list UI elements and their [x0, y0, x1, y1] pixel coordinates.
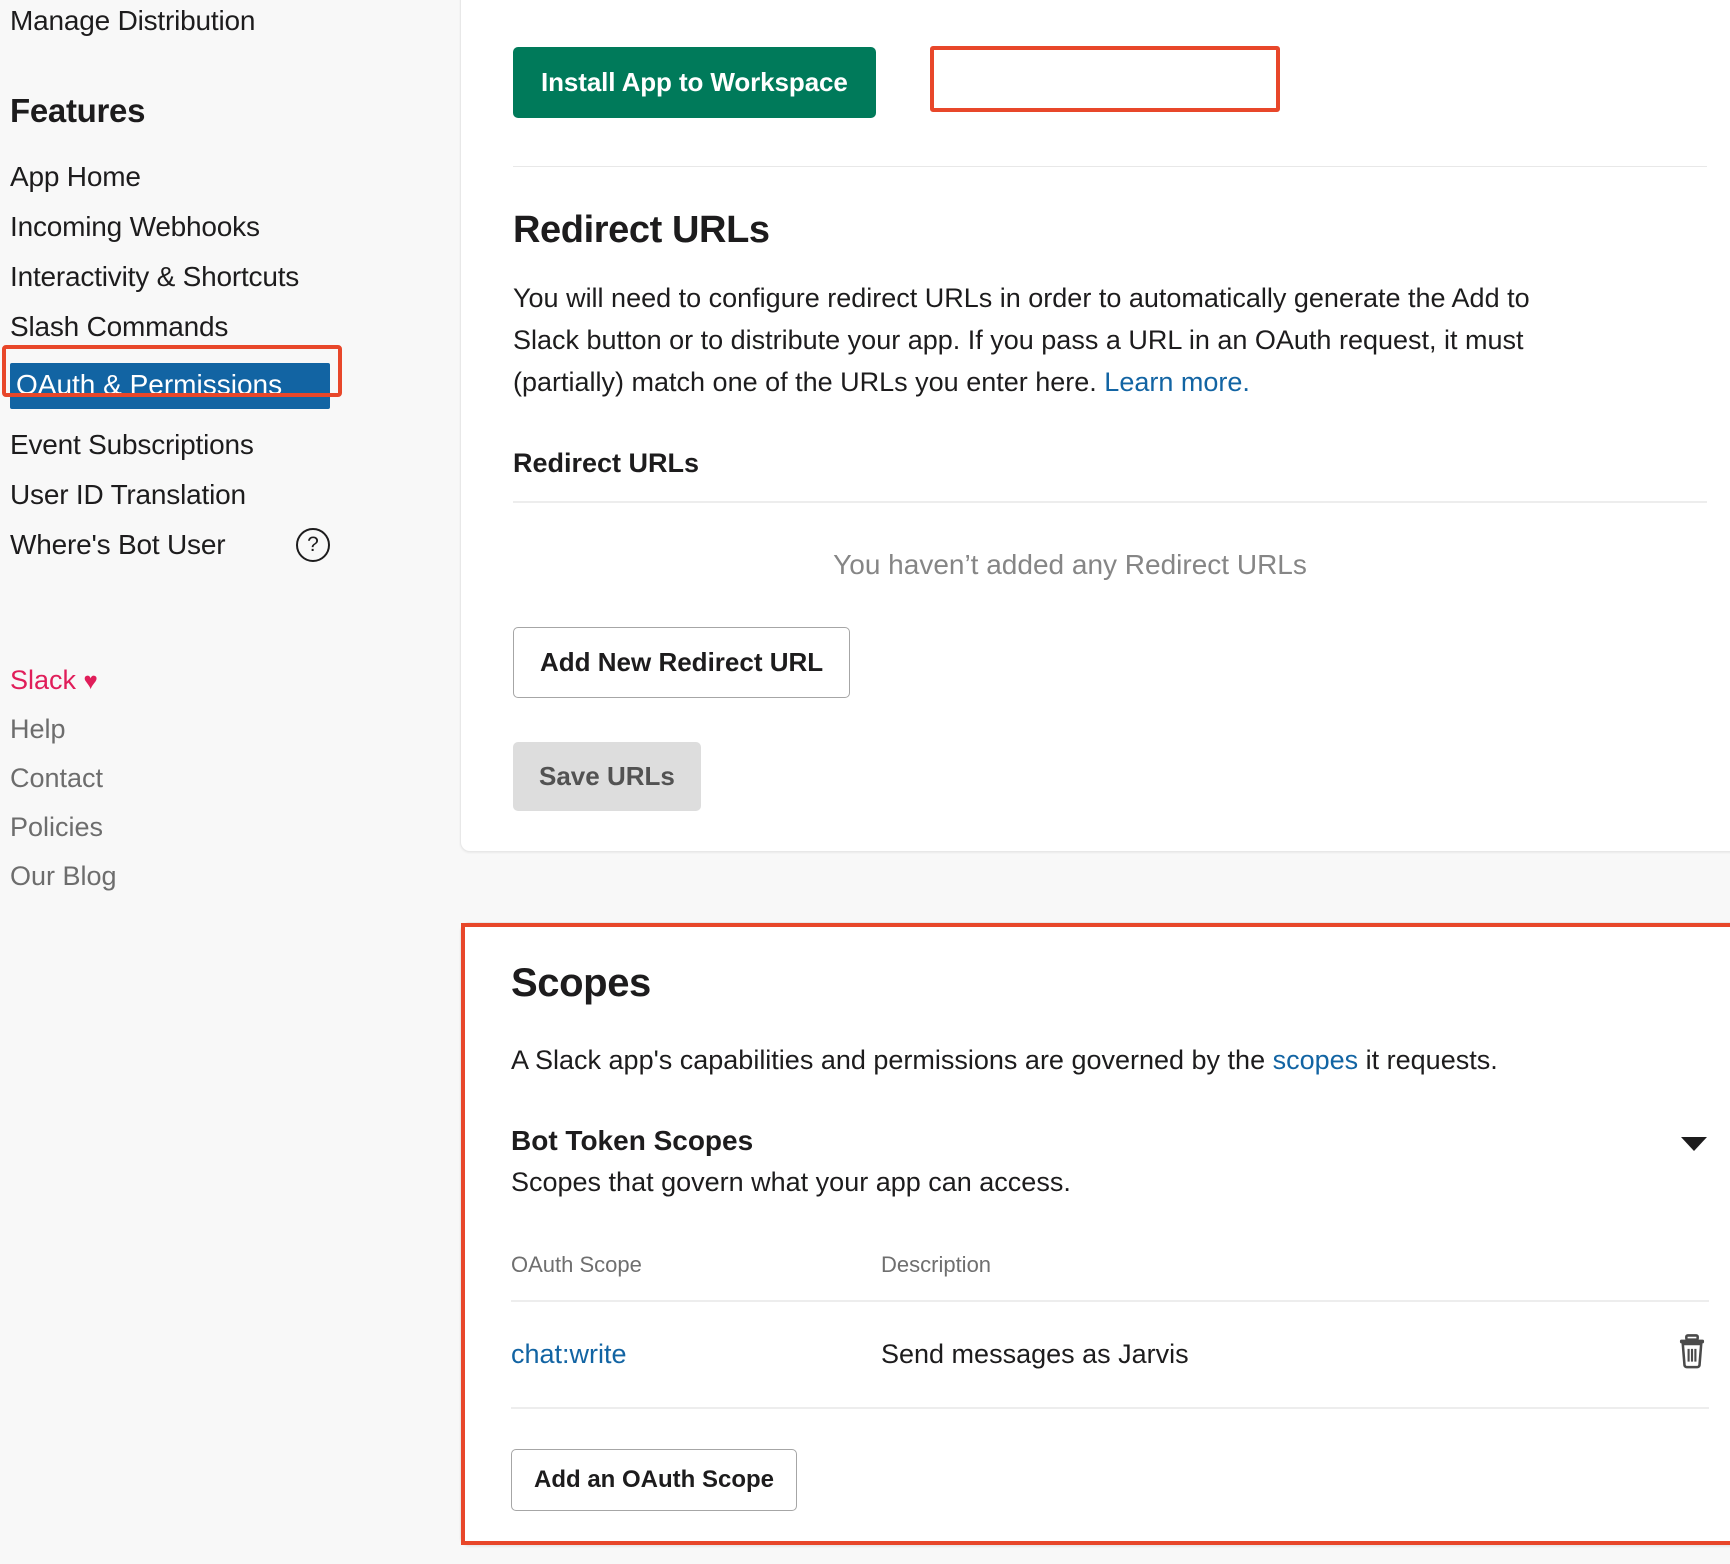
bot-token-scopes-table: OAuth Scope Description chat:write Send …	[511, 1252, 1709, 1410]
sidebar-footer-policies[interactable]: Policies	[8, 803, 460, 852]
sidebar-item-user-id-translation[interactable]: User ID Translation	[8, 470, 460, 520]
scopes-card: Scopes A Slack app's capabilities and pe…	[460, 921, 1730, 1547]
scope-description-cell: Send messages as Jarvis	[881, 1301, 1639, 1410]
sidebar-item-interactivity-shortcuts[interactable]: Interactivity & Shortcuts	[8, 252, 460, 302]
add-new-redirect-url-button[interactable]: Add New Redirect URL	[513, 626, 851, 698]
sidebar-footer-contact[interactable]: Contact	[8, 754, 460, 803]
redirect-urls-heading: Redirect URLs	[513, 209, 770, 251]
install-redirect-card-inner: Install App to Workspace Redirect URLs Y…	[461, 0, 1730, 811]
sidebar-footer-slack-label: Slack	[10, 665, 77, 695]
sidebar-footer: Slack ♥ Help Contact Policies Our Blog	[8, 656, 460, 901]
oauth-permissions-page: Manage Distribution Features App Home In…	[0, 0, 1730, 1564]
scopes-table-body: chat:write Send messages as Jarvis	[511, 1301, 1709, 1410]
redirect-urls-sub-heading: Redirect URLs	[513, 447, 700, 478]
bot-token-scopes-title: Bot Token Scopes	[511, 1125, 754, 1157]
main-content: Install App to Workspace Redirect URLs Y…	[460, 0, 1730, 1564]
sidebar-item-slash-commands[interactable]: Slash Commands	[8, 302, 460, 352]
column-header-actions	[1639, 1252, 1709, 1303]
sidebar-item-app-home[interactable]: App Home	[8, 152, 460, 202]
column-header-oauth-scope: OAuth Scope	[511, 1252, 881, 1303]
redirect-urls-description: You will need to configure redirect URLs…	[513, 278, 1573, 404]
chevron-down-icon[interactable]	[1681, 1137, 1707, 1152]
scopes-link[interactable]: scopes	[1273, 1045, 1359, 1075]
sidebar-item-wheres-bot-user-label: Where's Bot User	[10, 529, 226, 560]
scopes-card-inner: Scopes A Slack app's capabilities and pe…	[461, 922, 1730, 1546]
column-header-description: Description	[881, 1252, 1639, 1303]
sidebar-item-oauth-permissions-label: OAuth & Permissions	[10, 363, 330, 409]
table-row: chat:write Send messages as Jarvis	[511, 1301, 1709, 1410]
scopes-description-after: it requests.	[1358, 1044, 1498, 1075]
redirect-urls-empty-message: You haven’t added any Redirect URLs	[833, 548, 1307, 580]
redirect-urls-description-text: You will need to configure redirect URLs…	[513, 283, 1530, 397]
sidebar-footer-help[interactable]: Help	[8, 705, 460, 754]
scopes-table-head: OAuth Scope Description	[511, 1252, 1709, 1303]
scope-cell: chat:write	[511, 1301, 881, 1410]
help-icon[interactable]: ?	[296, 528, 330, 562]
sidebar-item-incoming-webhooks[interactable]: Incoming Webhooks	[8, 202, 460, 252]
sidebar-item-event-subscriptions[interactable]: Event Subscriptions	[8, 420, 460, 470]
save-urls-button[interactable]: Save URLs	[513, 741, 701, 811]
install-app-to-workspace-button[interactable]: Install App to Workspace	[513, 47, 876, 118]
sidebar-item-oauth-permissions[interactable]: OAuth & Permissions	[2, 345, 460, 420]
install-redirect-card: Install App to Workspace Redirect URLs Y…	[460, 0, 1730, 852]
sidebar-footer-our-blog[interactable]: Our Blog	[8, 852, 460, 901]
scopes-description-before: A Slack app's capabilities and permissio…	[511, 1044, 1273, 1075]
scope-link-chat-write[interactable]: chat:write	[511, 1339, 627, 1369]
sidebar: Manage Distribution Features App Home In…	[0, 0, 460, 1564]
bot-token-scopes-subtitle: Scopes that govern what your app can acc…	[511, 1167, 1071, 1198]
scopes-table-header-row: OAuth Scope Description	[511, 1252, 1709, 1303]
bot-token-scopes-header[interactable]: Bot Token Scopes	[511, 1125, 1709, 1157]
sidebar-section-features: Features	[10, 92, 146, 129]
scope-delete-cell	[1639, 1301, 1709, 1410]
scopes-description: A Slack app's capabilities and permissio…	[511, 1040, 1571, 1082]
sidebar-footer-slack[interactable]: Slack ♥	[8, 656, 460, 705]
redirect-learn-more-link[interactable]: Learn more.	[1104, 367, 1250, 397]
sidebar-item-manage-distribution[interactable]: Manage Distribution	[8, 0, 460, 46]
section-divider	[513, 166, 1707, 167]
scopes-heading: Scopes	[511, 960, 651, 1005]
add-an-oauth-scope-button[interactable]: Add an OAuth Scope	[511, 1449, 797, 1512]
redirect-urls-rule	[513, 500, 1707, 503]
sidebar-item-wheres-bot-user[interactable]: Where's Bot User ?	[8, 520, 460, 570]
heart-icon: ♥	[83, 668, 98, 695]
trash-icon[interactable]	[1675, 1332, 1709, 1377]
